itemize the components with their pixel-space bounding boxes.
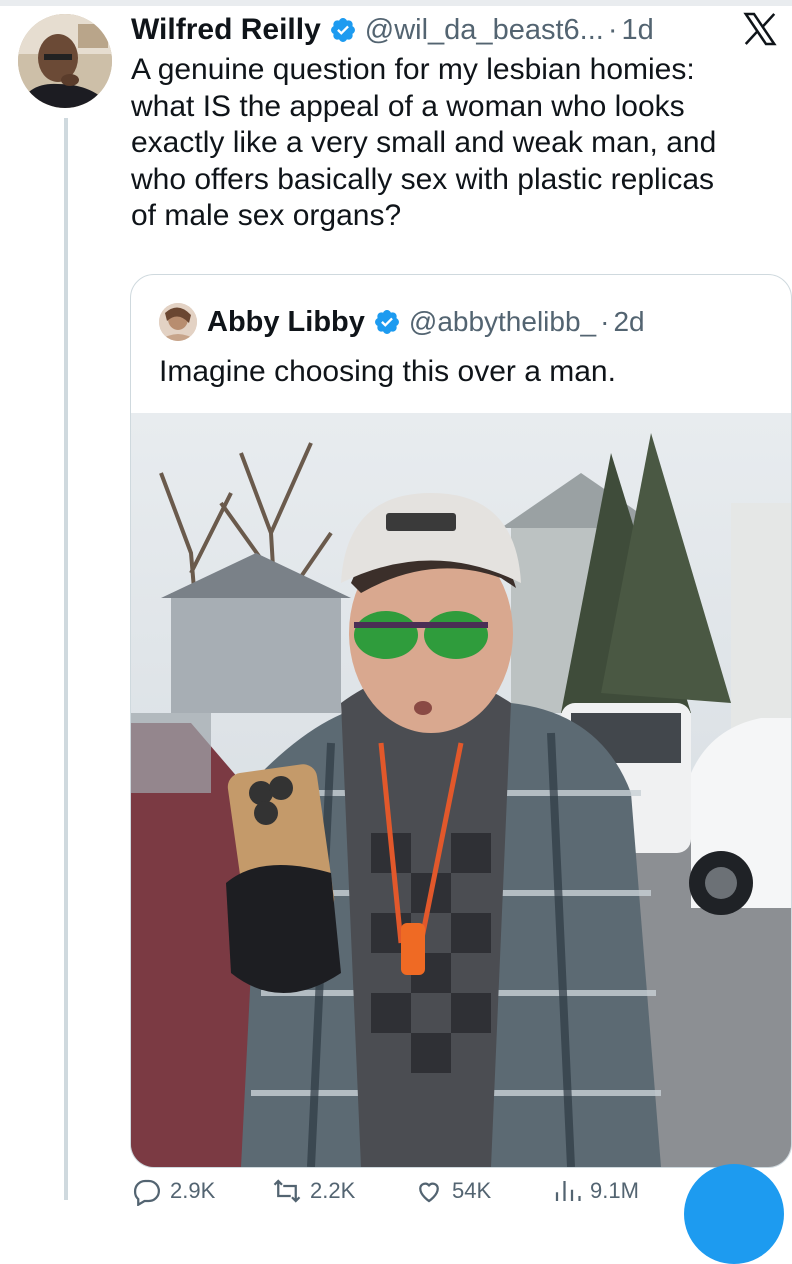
timestamp[interactable]: 1d <box>621 14 653 47</box>
reply-count: 2.9K <box>170 1178 216 1203</box>
quote-text: Imagine choosing this over a man. <box>159 355 616 388</box>
author-name[interactable]: Wilfred Reilly <box>131 13 321 47</box>
quote-header: Abby Libby @abbythelibb_ · 2d <box>207 301 645 343</box>
views-button[interactable]: 9.1M <box>550 1176 639 1206</box>
repost-count: 2.2K <box>310 1178 356 1203</box>
quote-media-video[interactable] <box>131 413 791 1167</box>
reply-icon <box>133 1179 160 1206</box>
tweet-text-line: who offers basically sex with plastic re… <box>131 162 715 196</box>
verified-badge-icon <box>373 308 401 336</box>
verified-badge-icon <box>329 16 357 44</box>
quote-timestamp[interactable]: 2d <box>613 306 644 338</box>
orange-whistle <box>401 923 425 975</box>
thread-line <box>64 118 68 1200</box>
quoted-tweet-card[interactable]: Abby Libby @abbythelibb_ · 2d Imagine ch… <box>130 274 792 1168</box>
tweet-text-line: A genuine question for my lesbian homies… <box>131 53 695 86</box>
like-count: 54K <box>452 1178 492 1203</box>
tweet-text: A genuine question for my lesbian homies… <box>131 52 781 235</box>
repost-icon <box>273 1179 301 1203</box>
author-handle[interactable]: @wil_da_beast6... <box>365 14 604 47</box>
author-avatar[interactable] <box>18 14 112 108</box>
views-count: 9.1M <box>590 1178 639 1203</box>
tweet-text-line: of male sex organs? <box>131 199 402 232</box>
tweet-text-line: exactly like a very small and weak man, … <box>131 126 717 159</box>
tweet-actions: 2.9K 2.2K 54K 9.1M <box>130 1176 690 1206</box>
repost-button[interactable]: 2.2K <box>270 1176 355 1206</box>
quote-author-handle[interactable]: @abbythelibb_ <box>409 306 596 338</box>
separator-dot: · <box>600 306 610 337</box>
top-divider <box>0 0 792 6</box>
reply-button[interactable]: 2.9K <box>130 1176 215 1206</box>
x-logo-icon[interactable] <box>740 10 780 48</box>
quote-author-avatar[interactable] <box>159 303 197 341</box>
views-icon <box>555 1181 581 1201</box>
compose-fab-button[interactable] <box>684 1164 784 1264</box>
separator-dot: · <box>607 13 618 46</box>
quote-author-name[interactable]: Abby Libby <box>207 306 365 339</box>
house-left <box>171 593 341 713</box>
like-button[interactable]: 54K <box>412 1176 491 1206</box>
black-glove <box>226 865 341 993</box>
heart-icon <box>419 1182 439 1203</box>
tweet-text-line: what IS the appeal of a woman who looks <box>131 89 685 123</box>
tweet-header: Wilfred Reilly @wil_da_beast6... · 1d <box>131 8 654 52</box>
green-sunglasses <box>354 611 418 659</box>
